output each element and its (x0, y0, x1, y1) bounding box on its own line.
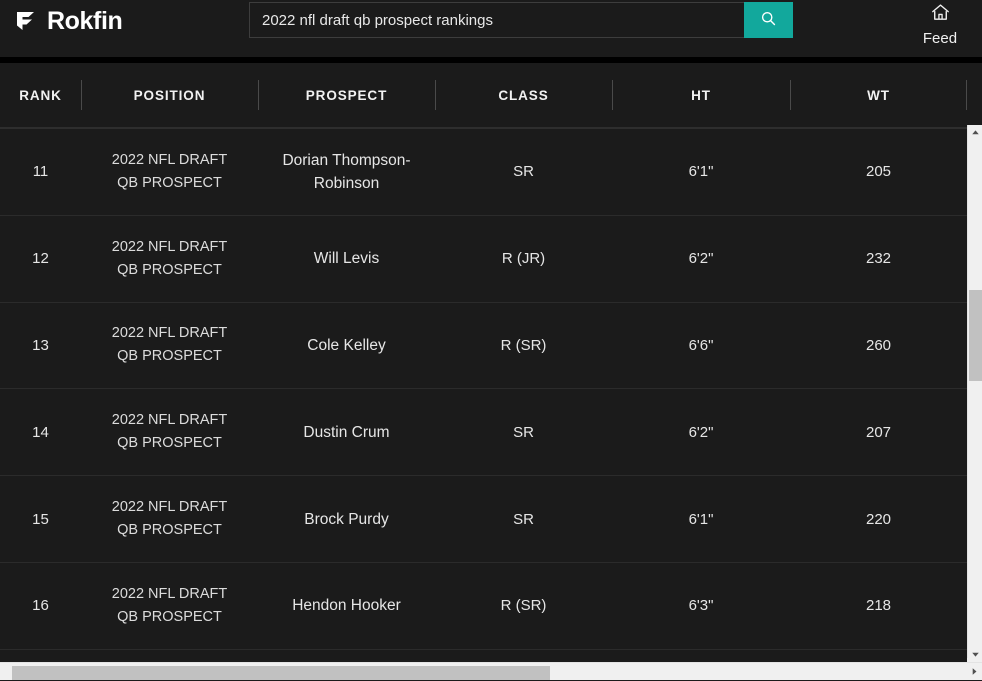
cell-position-line1: 2022 NFL DRAFT (81, 322, 258, 345)
table-row[interactable]: 152022 NFL DRAFTQB PROSPECTBrock PurdySR… (0, 476, 967, 563)
search-icon (760, 10, 777, 30)
column-header-wt[interactable]: WT (790, 88, 967, 103)
cell-rank: 16 (0, 594, 81, 617)
cell-position: 2022 NFL DRAFTQB PROSPECT (81, 149, 258, 195)
cell-class: SR (435, 508, 612, 531)
cell-wt: 205 (790, 160, 967, 183)
scroll-right-button[interactable] (967, 663, 982, 681)
vertical-scrollbar[interactable] (967, 125, 982, 662)
cell-rank: 11 (0, 160, 81, 183)
rankings-table: RANK POSITION PROSPECT CLASS HT WT 11202… (0, 63, 967, 658)
cell-prospect: Dustin Crum (258, 421, 435, 444)
cell-position-line2: QB PROSPECT (81, 259, 258, 282)
table-header-row: RANK POSITION PROSPECT CLASS HT WT (0, 63, 967, 128)
cell-position-line2: QB PROSPECT (81, 432, 258, 455)
table-row[interactable]: 112022 NFL DRAFTQB PROSPECTDorian Thomps… (0, 129, 967, 216)
cell-prospect: Cole Kelley (258, 334, 435, 357)
table-body: 112022 NFL DRAFTQB PROSPECTDorian Thomps… (0, 128, 967, 657)
cell-class: SR (435, 160, 612, 183)
column-header-prospect[interactable]: PROSPECT (258, 88, 435, 103)
cell-position: 2022 NFL DRAFTQB PROSPECT (81, 409, 258, 455)
rokfin-logo-icon (14, 8, 40, 34)
cell-position: 2022 NFL DRAFTQB PROSPECT (81, 583, 258, 629)
cell-wt: 220 (790, 508, 967, 531)
brand-logo[interactable]: Rokfin (14, 8, 122, 34)
table-row[interactable]: 142022 NFL DRAFTQB PROSPECTDustin CrumSR… (0, 389, 967, 476)
cell-position-line2: QB PROSPECT (81, 519, 258, 542)
column-divider (435, 80, 436, 110)
cell-position-line2: QB PROSPECT (81, 172, 258, 195)
cell-prospect: Dorian Thompson-Robinson (258, 149, 435, 195)
cell-rank: 12 (0, 247, 81, 270)
table-row[interactable]: 122022 NFL DRAFTQB PROSPECTWill LevisR (… (0, 216, 967, 303)
column-divider (966, 80, 967, 110)
cell-ht: 6'1" (612, 508, 790, 531)
cell-class: SR (435, 421, 612, 444)
cell-prospect: Brock Purdy (258, 508, 435, 531)
column-header-position[interactable]: POSITION (81, 88, 258, 103)
column-divider (790, 80, 791, 110)
column-header-ht[interactable]: HT (612, 88, 790, 103)
table-row[interactable]: 162022 NFL DRAFTQB PROSPECTHendon Hooker… (0, 563, 967, 650)
cell-position-line1: 2022 NFL DRAFT (81, 583, 258, 606)
triangle-right-icon (970, 663, 979, 681)
search-bar (249, 2, 793, 38)
cell-class: R (JR) (435, 247, 612, 270)
cell-class: R (SR) (435, 334, 612, 357)
cell-position: 2022 NFL DRAFTQB PROSPECT (81, 236, 258, 282)
cell-position-line2: QB PROSPECT (81, 606, 258, 629)
cell-position-line1: 2022 NFL DRAFT (81, 236, 258, 259)
cell-wt: 260 (790, 334, 967, 357)
cell-ht: 6'3" (612, 594, 790, 617)
cell-ht: 6'6" (612, 334, 790, 357)
cell-rank: 15 (0, 508, 81, 531)
cell-wt: 218 (790, 594, 967, 617)
cell-ht: 6'2" (612, 247, 790, 270)
cell-position: 2022 NFL DRAFTQB PROSPECT (81, 322, 258, 368)
cell-class: R (SR) (435, 594, 612, 617)
nav-item-feed-label: Feed (923, 31, 957, 47)
cell-position-line1: 2022 NFL DRAFT (81, 409, 258, 432)
home-icon (930, 2, 951, 28)
column-header-rank[interactable]: RANK (0, 88, 81, 103)
cell-prospect: Hendon Hooker (258, 594, 435, 617)
scroll-up-button[interactable] (968, 125, 982, 140)
search-button[interactable] (744, 2, 793, 38)
column-divider (612, 80, 613, 110)
horizontal-scrollbar[interactable] (0, 662, 982, 680)
horizontal-scrollbar-thumb[interactable] (12, 666, 550, 680)
column-header-class[interactable]: CLASS (435, 88, 612, 103)
vertical-scrollbar-thumb[interactable] (969, 290, 982, 381)
column-divider (81, 80, 82, 110)
cell-ht: 6'2" (612, 421, 790, 444)
cell-position-line1: 2022 NFL DRAFT (81, 496, 258, 519)
cell-ht: 6'1" (612, 160, 790, 183)
column-divider (258, 80, 259, 110)
cell-position: 2022 NFL DRAFTQB PROSPECT (81, 496, 258, 542)
cell-wt: 207 (790, 421, 967, 444)
cell-rank: 13 (0, 334, 81, 357)
cell-wt: 232 (790, 247, 967, 270)
cell-position-line1: 2022 NFL DRAFT (81, 149, 258, 172)
nav-item-feed[interactable]: Feed (910, 2, 970, 47)
app-header: Rokfin Feed (0, 0, 982, 57)
triangle-up-icon (971, 124, 980, 142)
table-row[interactable]: 132022 NFL DRAFTQB PROSPECTCole KelleyR … (0, 303, 967, 390)
search-input[interactable] (249, 2, 744, 38)
brand-name: Rokfin (47, 8, 122, 34)
cell-position-line2: QB PROSPECT (81, 345, 258, 368)
cell-rank: 14 (0, 421, 81, 444)
cell-prospect: Will Levis (258, 247, 435, 270)
